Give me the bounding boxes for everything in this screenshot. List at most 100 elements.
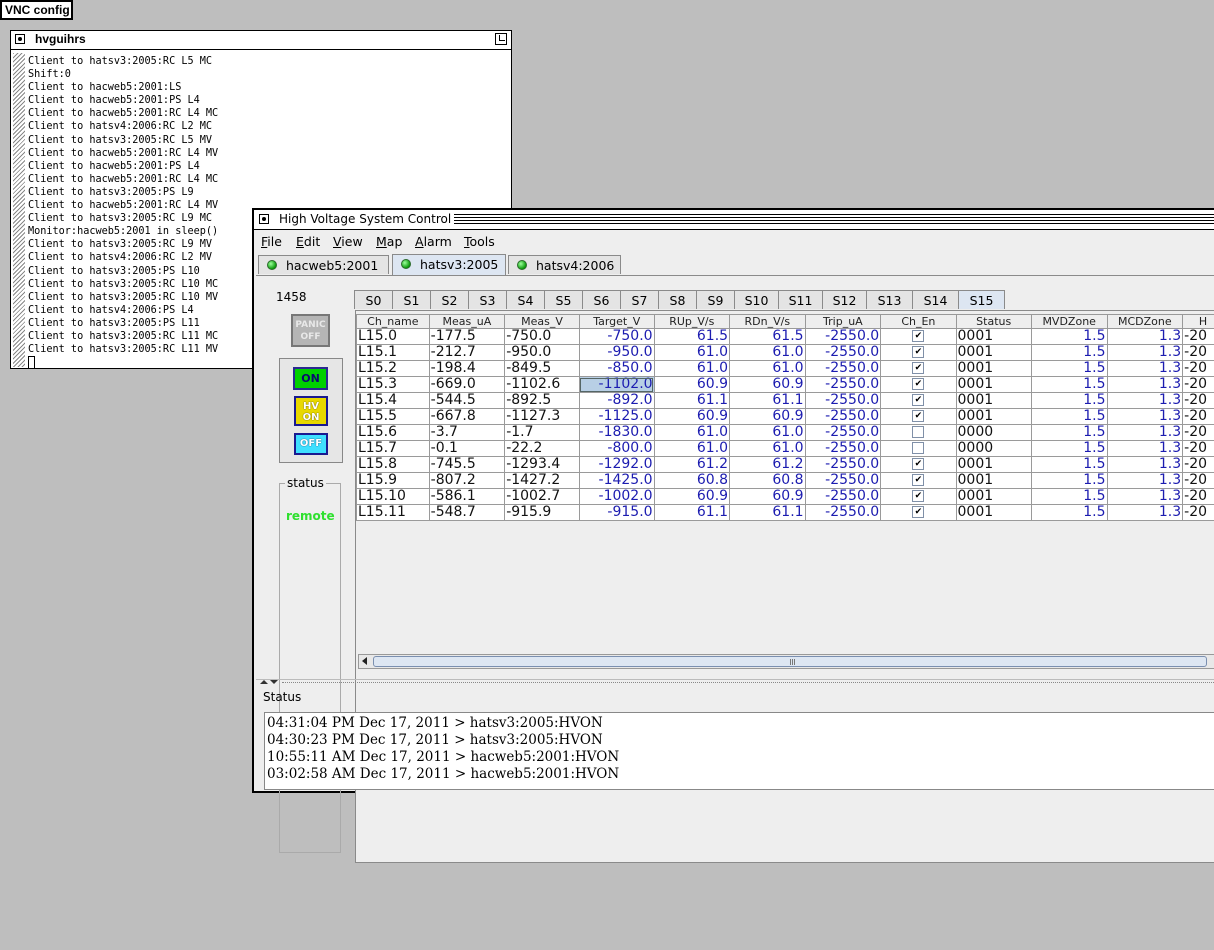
table-cell[interactable]: 0001 (955, 376, 1032, 393)
table-cell[interactable]: L15.9 (356, 472, 430, 489)
table-cell[interactable]: 61.0 (729, 424, 806, 441)
table-cell[interactable]: 1.5 (1030, 472, 1108, 489)
column-header[interactable]: RUp_V/s (653, 314, 731, 329)
server-tab[interactable]: hatsv3:2005 (392, 254, 506, 275)
table-cell[interactable]: -850.0 (578, 360, 655, 377)
table-cell[interactable]: -0.1 (428, 440, 506, 457)
table-cell[interactable]: -2550.0 (804, 456, 882, 473)
table-cell[interactable]: 1.3 (1106, 392, 1184, 409)
table-cell[interactable]: 1.3 (1106, 344, 1184, 361)
table-cell[interactable]: -1002.7 (504, 488, 580, 505)
column-header[interactable]: RDn_V/s (729, 314, 806, 329)
table-cell[interactable]: 61.1 (729, 504, 806, 521)
server-tab[interactable]: hacweb5:2001 (258, 255, 389, 274)
table-cell[interactable]: -807.2 (428, 472, 506, 489)
table-cell[interactable]: 1.3 (1106, 424, 1184, 441)
table-cell[interactable]: -2550.0 (804, 472, 882, 489)
window-menu-icon[interactable] (259, 214, 269, 224)
table-cell[interactable]: 0001 (955, 408, 1032, 425)
table-row[interactable]: L15.7 -0.1 -22.2 -800.0 61.0 61.0 -2550.0 0000 1… (356, 440, 1214, 457)
table-cell[interactable]: 1.5 (1030, 408, 1108, 425)
on-button[interactable]: ON (293, 367, 328, 390)
table-cell[interactable]: -2550.0 (804, 488, 882, 505)
status-log-entry[interactable]: 03:02:58 AM Dec 17, 2011 > hacweb5:2001:… (267, 766, 1214, 783)
sector-tab[interactable]: S6 (582, 290, 621, 309)
table-cell[interactable]: 1.5 (1030, 504, 1108, 521)
table-cell[interactable]: 0001 (955, 328, 1032, 345)
column-header[interactable]: Ch_En (880, 314, 957, 329)
table-cell[interactable]: 1.5 (1030, 392, 1108, 409)
table-cell[interactable]: -1830.0 (578, 424, 655, 441)
table-cell[interactable]: 0001 (955, 456, 1032, 473)
table-cell[interactable]: 1.5 (1030, 344, 1108, 361)
table-cell[interactable]: -745.5 (428, 456, 506, 473)
table-cell[interactable]: L15.2 (356, 360, 430, 377)
table-cell[interactable]: 60.9 (729, 488, 806, 505)
table-cell[interactable]: 1.5 (1030, 440, 1108, 457)
table-cell[interactable]: -1102.0 (578, 376, 655, 393)
checked-checkbox-icon[interactable]: ✔ (912, 458, 925, 470)
table-cell[interactable]: 1.3 (1106, 328, 1184, 345)
table-cell[interactable]: -892.0 (578, 392, 655, 409)
table-cell[interactable]: -20 (1182, 456, 1214, 473)
table-cell[interactable]: 61.0 (653, 344, 731, 361)
column-header[interactable]: MVDZone (1030, 314, 1108, 329)
collapse-down-icon[interactable] (270, 680, 278, 684)
table-row[interactable]: L15.1 -212.7 -950.0 -950.0 61.0 61.0 -2550.0 ✔ 0… (356, 344, 1214, 361)
table-cell[interactable]: 0001 (955, 360, 1032, 377)
menu-item-map[interactable]: Map (376, 234, 402, 249)
table-cell[interactable]: -22.2 (504, 440, 580, 457)
checked-checkbox-icon[interactable]: ✔ (912, 362, 925, 374)
table-row[interactable]: L15.11 -548.7 -915.9 -915.0 61.1 61.1 -2550.0 ✔… (356, 504, 1214, 521)
table-cell[interactable]: -1102.6 (504, 376, 580, 393)
table-cell[interactable]: -1425.0 (578, 472, 655, 489)
scroll-left-icon[interactable] (362, 657, 367, 665)
table-cell[interactable]: -548.7 (428, 504, 506, 521)
maximize-icon[interactable] (495, 33, 507, 45)
table-cell[interactable]: ✔ (880, 344, 957, 361)
table-cell[interactable]: -20 (1182, 504, 1214, 521)
table-cell[interactable]: -849.5 (504, 360, 580, 377)
table-cell[interactable]: -212.7 (428, 344, 506, 361)
table-cell[interactable]: ✔ (880, 328, 957, 345)
table-cell[interactable]: 61.0 (653, 440, 731, 457)
checked-checkbox-icon[interactable]: ✔ (912, 330, 925, 342)
status-log-entry[interactable]: 10:55:11 AM Dec 17, 2011 > hacweb5:2001:… (267, 749, 1214, 766)
table-cell[interactable]: 61.5 (729, 328, 806, 345)
table-cell[interactable]: L15.1 (356, 344, 430, 361)
table-cell[interactable]: -2550.0 (804, 360, 882, 377)
table-cell[interactable]: -2550.0 (804, 440, 882, 457)
table-cell[interactable] (880, 424, 957, 441)
status-log[interactable]: 04:31:04 PM Dec 17, 2011 > hatsv3:2005:H… (264, 712, 1214, 790)
sector-tab[interactable]: S11 (778, 290, 823, 309)
table-cell[interactable]: 0001 (955, 392, 1032, 409)
menu-item-alarm[interactable]: Alarm (415, 234, 452, 249)
table-cell[interactable]: -800.0 (578, 440, 655, 457)
table-cell[interactable]: L15.10 (356, 488, 430, 505)
table-row[interactable]: L15.10 -586.1 -1002.7 -1002.0 60.9 60.9 -2550.… (356, 488, 1214, 505)
table-cell[interactable]: 60.9 (653, 488, 731, 505)
table-cell[interactable]: 1.3 (1106, 408, 1184, 425)
table-cell[interactable]: -1.7 (504, 424, 580, 441)
unchecked-checkbox-icon[interactable] (912, 442, 925, 454)
table-cell[interactable]: -669.0 (428, 376, 506, 393)
table-cell[interactable]: -2550.0 (804, 392, 882, 409)
table-cell[interactable]: 1.3 (1106, 472, 1184, 489)
table-cell[interactable]: -20 (1182, 360, 1214, 377)
table-cell[interactable]: -750.0 (504, 328, 580, 345)
table-cell[interactable]: -177.5 (428, 328, 506, 345)
sector-tab[interactable]: S0 (354, 290, 393, 309)
table-cell[interactable]: -1127.3 (504, 408, 580, 425)
table-cell[interactable]: -1293.4 (504, 456, 580, 473)
table-cell[interactable]: 1.3 (1106, 488, 1184, 505)
table-cell[interactable]: -667.8 (428, 408, 506, 425)
sector-tab[interactable]: S12 (822, 290, 867, 309)
table-cell[interactable]: 1.5 (1030, 376, 1108, 393)
column-header[interactable]: Trip_uA (804, 314, 882, 329)
table-cell[interactable]: 61.2 (729, 456, 806, 473)
table-cell[interactable]: L15.6 (356, 424, 430, 441)
table-cell[interactable]: -892.5 (504, 392, 580, 409)
table-cell[interactable]: L15.5 (356, 408, 430, 425)
checked-checkbox-icon[interactable]: ✔ (912, 474, 925, 486)
scroll-thumb[interactable] (373, 656, 1207, 667)
